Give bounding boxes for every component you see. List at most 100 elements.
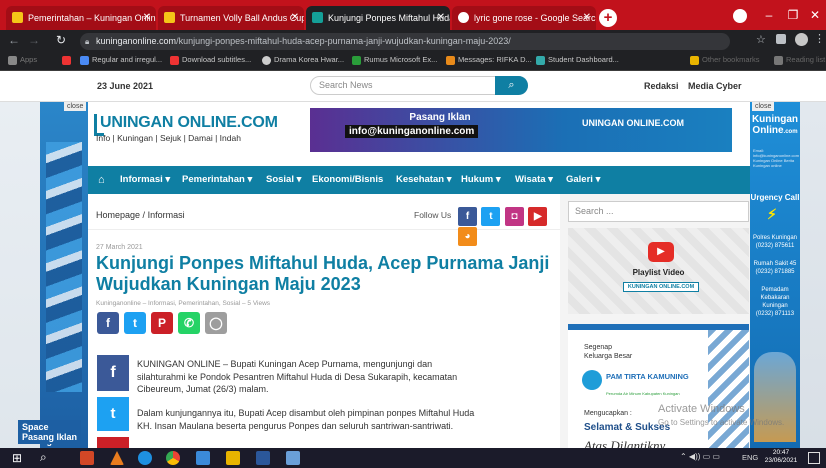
forward-icon[interactable]: → bbox=[28, 33, 40, 47]
bookmark-icon bbox=[262, 56, 271, 65]
bookmark-regular-irregular[interactable]: Regular and irregul... bbox=[80, 55, 162, 65]
paint-icon[interactable] bbox=[286, 451, 300, 465]
left-side-ad[interactable]: close Space Pasang Iklan bbox=[40, 102, 88, 448]
windows-taskbar: ⊞ ⌕ ⌃ ◀)) ▭ ▭ ENG 20:47 23/06/2021 bbox=[0, 448, 826, 468]
favicon-icon bbox=[312, 12, 323, 23]
vlc-icon[interactable] bbox=[110, 451, 124, 465]
side-share-twitter-icon[interactable]: t bbox=[97, 397, 129, 431]
facebook-icon[interactable]: f bbox=[458, 207, 477, 226]
tab-google[interactable]: lyric gone rose - Google Search ✕ bbox=[452, 6, 596, 30]
bookmark-subtitles[interactable]: Download subtitles... bbox=[170, 55, 251, 65]
bookmark-apps[interactable]: Apps bbox=[8, 55, 37, 65]
taskbar-search-icon[interactable]: ⌕ bbox=[40, 450, 47, 465]
sidebar-ad-pam[interactable]: Segenap Keluarga Besar PAM TIRTA KAMUNIN… bbox=[568, 324, 749, 448]
nav-wisata[interactable]: Wisata ▾ bbox=[515, 166, 553, 194]
bookmark-student[interactable]: Student Dashboard... bbox=[536, 55, 619, 65]
share-pinterest-icon[interactable]: P bbox=[151, 312, 173, 334]
sidebar-search-input[interactable]: Search ... bbox=[568, 201, 749, 222]
banner-logo: UNINGAN ONLINE.COM bbox=[582, 118, 684, 128]
tab-close-icon[interactable]: ✕ bbox=[437, 6, 445, 30]
extensions-icon[interactable] bbox=[776, 34, 786, 44]
urgency-contact-1: Polres Kuningan (0232) 875611 bbox=[752, 235, 798, 249]
header-banner[interactable]: Pasang Iklan info@kuninganonline.com UNI… bbox=[310, 108, 732, 152]
link-redaksi[interactable]: Redaksi bbox=[644, 81, 679, 91]
nav-ekonomi[interactable]: Ekonomi/Bisnis bbox=[312, 166, 383, 194]
site-search-button[interactable]: ⌕ bbox=[495, 76, 528, 95]
edge-icon[interactable] bbox=[138, 451, 152, 465]
reload-icon[interactable]: ↻ bbox=[56, 33, 66, 47]
bookmark-icon bbox=[80, 56, 89, 65]
nav-galeri[interactable]: Galeri ▾ bbox=[566, 166, 600, 194]
language-indicator[interactable]: ENG bbox=[742, 453, 758, 462]
tab-close-icon[interactable]: ✕ bbox=[583, 6, 591, 30]
instagram-icon[interactable]: ◘ bbox=[504, 207, 524, 226]
right-ad-close-button[interactable]: close bbox=[752, 102, 775, 111]
article-meta: Kuninganonline – Informasi, Pemerintahan… bbox=[96, 300, 271, 307]
minimize-icon[interactable]: – bbox=[757, 4, 781, 26]
urgency-contact-3: Pemadam Kebakaran Kuningan (0232) 871113 bbox=[755, 287, 795, 317]
url-field[interactable]: 🔒︎ kuninganonline.com/kunjungi-ponpes-mi… bbox=[80, 33, 730, 50]
right-ad-small: Email: info@kuninganonline.com Kuningan … bbox=[753, 148, 800, 168]
breadcrumb-home[interactable]: Homepage bbox=[96, 210, 140, 220]
monument-image bbox=[754, 352, 796, 442]
nav-informasi[interactable]: Informasi ▾ bbox=[120, 166, 170, 194]
tab-close-icon[interactable]: ✕ bbox=[291, 6, 299, 30]
tab-kunjungi[interactable]: Kunjungi Ponpes Miftahul Huda, ✕ bbox=[306, 6, 450, 30]
share-comment-icon[interactable]: ◯ bbox=[205, 312, 227, 334]
word-icon[interactable] bbox=[256, 451, 270, 465]
bookmark-rumus[interactable]: Rumus Microsoft Ex... bbox=[352, 55, 437, 65]
bookmark-reading-list[interactable]: Reading list bbox=[774, 55, 825, 65]
windows-start-icon[interactable]: ⊞ bbox=[12, 451, 22, 465]
nav-sosial[interactable]: Sosial ▾ bbox=[266, 166, 301, 194]
right-side-ad[interactable]: close Kuningan Online.com Email: info@ku… bbox=[750, 102, 800, 448]
bookmarks-bar: Apps Regular and irregul... Download sub… bbox=[0, 52, 826, 71]
playlist-widget[interactable]: ▶ Playlist Video KUNINGAN ONLINE.COM bbox=[568, 228, 749, 314]
ad-decoration bbox=[708, 330, 749, 448]
powerpoint-icon[interactable] bbox=[80, 451, 94, 465]
menu-icon[interactable]: ⋮ bbox=[814, 32, 825, 45]
playlist-logo: KUNINGAN ONLINE.COM bbox=[623, 282, 699, 292]
nav-pemerintahan[interactable]: Pemerintahan ▾ bbox=[182, 166, 252, 194]
ad-brand: PAM TIRTA KAMUNING bbox=[606, 372, 689, 381]
left-ad-close-button[interactable]: close bbox=[64, 102, 87, 111]
lock-icon: 🔒︎ bbox=[85, 37, 90, 46]
main-nav: ⌂ Informasi ▾ Pemerintahan ▾ Sosial ▾ Ek… bbox=[88, 166, 750, 194]
youtube-play-icon[interactable]: ▶ bbox=[648, 242, 674, 262]
breadcrumb-category[interactable]: Informasi bbox=[148, 210, 185, 220]
bookmark-other[interactable]: Other bookmarks bbox=[690, 55, 760, 65]
twitter-icon[interactable]: t bbox=[481, 207, 501, 226]
notification-icon[interactable] bbox=[808, 452, 820, 464]
restore-icon[interactable]: ❐ bbox=[781, 4, 805, 26]
address-bar: ← → ↻ 🔒︎ kuninganonline.com/kunjungi-pon… bbox=[0, 30, 826, 52]
store-icon[interactable] bbox=[226, 451, 240, 465]
chrome-icon[interactable] bbox=[166, 451, 180, 465]
rss-icon[interactable]: ◕ bbox=[458, 227, 477, 246]
share-twitter-icon[interactable]: t bbox=[124, 312, 146, 334]
share-facebook-icon[interactable]: f bbox=[97, 312, 119, 334]
taskbar-clock[interactable]: 20:47 23/06/2021 bbox=[762, 449, 800, 465]
home-icon[interactable]: ⌂ bbox=[98, 166, 105, 194]
window-close-icon[interactable]: ✕ bbox=[803, 4, 826, 26]
profile-icon[interactable] bbox=[733, 9, 747, 23]
star-icon[interactable]: ☆ bbox=[756, 33, 766, 46]
link-media-cyber[interactable]: Media Cyber bbox=[688, 81, 742, 91]
bookmark-drama[interactable]: Drama Korea Hwar... bbox=[262, 55, 344, 65]
nav-kesehatan[interactable]: Kesehatan ▾ bbox=[396, 166, 451, 194]
nav-hukum[interactable]: Hukum ▾ bbox=[461, 166, 501, 194]
system-tray-icons[interactable]: ⌃ ◀)) ▭ ▭ bbox=[680, 452, 720, 461]
site-logo[interactable]: UNINGAN ONLINE.COM bbox=[100, 114, 278, 132]
new-tab-button[interactable]: + bbox=[599, 9, 617, 27]
tab-pemerintahan[interactable]: Pemerintahan – Kuningan Online ✕ bbox=[6, 6, 156, 30]
tab-close-icon[interactable]: ✕ bbox=[143, 6, 151, 30]
share-whatsapp-icon[interactable]: ✆ bbox=[178, 312, 200, 334]
logo-tagline: Info | Kuningan | Sejuk | Damai | Indah bbox=[96, 133, 241, 143]
reading-list-icon bbox=[774, 56, 783, 65]
youtube-icon[interactable]: ▶ bbox=[528, 207, 548, 226]
file-explorer-icon[interactable] bbox=[196, 451, 210, 465]
side-share-facebook-icon[interactable]: f bbox=[97, 355, 129, 391]
tab-turnamen[interactable]: Turnamen Volly Ball Andus Cup ✕ bbox=[158, 6, 304, 30]
back-icon[interactable]: ← bbox=[8, 33, 20, 47]
side-share-pinterest-icon[interactable] bbox=[97, 437, 129, 448]
avatar[interactable] bbox=[795, 33, 808, 46]
bookmark-messages[interactable]: Messages: RIFKA D... bbox=[446, 55, 532, 65]
